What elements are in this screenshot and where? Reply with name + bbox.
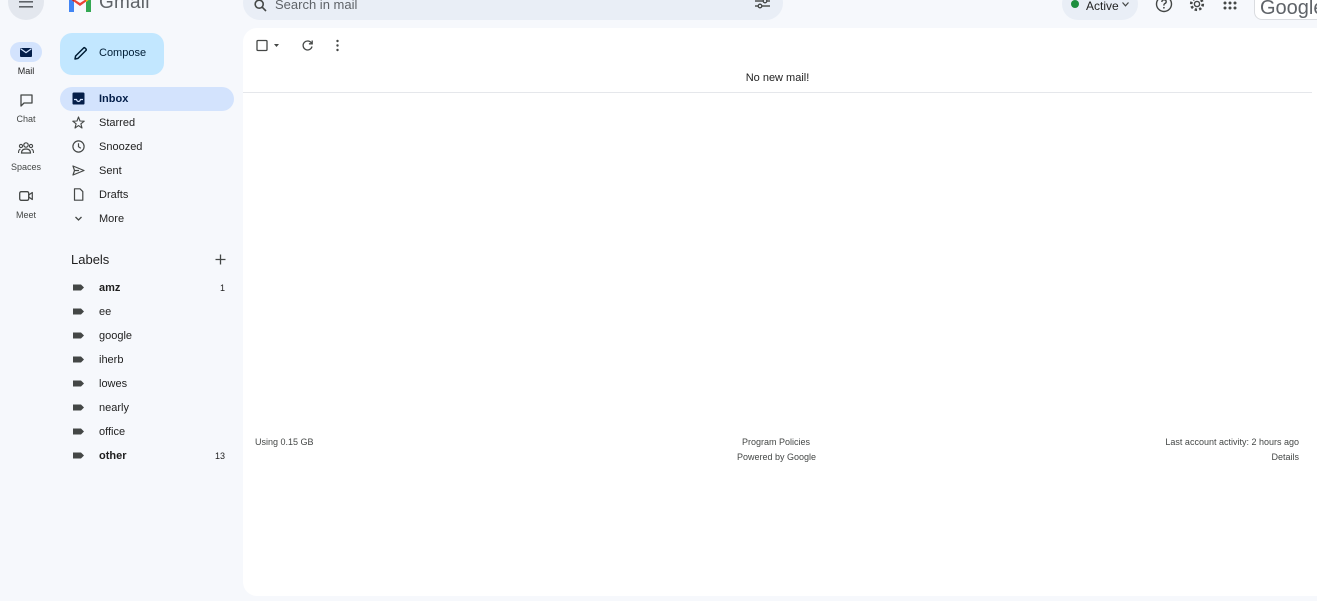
search-input[interactable]: Search in mail <box>275 0 357 12</box>
label-item-ee[interactable]: ee <box>60 300 234 324</box>
star-icon <box>72 116 85 129</box>
help-icon[interactable] <box>1155 0 1173 13</box>
storage-usage[interactable]: Using 0.15 GB <box>255 437 314 448</box>
label-name: amz <box>99 282 121 294</box>
search-icon[interactable] <box>254 0 267 12</box>
inbox-icon <box>72 92 85 105</box>
meet-icon <box>19 191 33 201</box>
label-tag-icon <box>73 308 84 315</box>
label-name: ee <box>99 306 112 318</box>
last-activity-text: Last account activity: 2 hours ago <box>1165 437 1299 447</box>
label-tag-icon <box>73 404 84 411</box>
nav-label: More <box>99 213 125 225</box>
empty-inbox-message: No new mail! <box>745 72 810 84</box>
nav-item-more[interactable]: More <box>60 207 234 231</box>
rail-item-spaces[interactable]: Spaces <box>0 138 52 173</box>
chevron-down-icon <box>75 216 82 221</box>
top-bar: Gmail Search in mail Active Googl <box>0 0 1317 26</box>
status-label: Active <box>1086 0 1119 13</box>
nav-item-sent[interactable]: Sent <box>60 159 234 183</box>
rail-pill <box>10 42 42 62</box>
search-bar[interactable]: Search in mail <box>243 0 783 20</box>
label-tag-icon <box>73 452 84 459</box>
label-name: google <box>99 330 133 342</box>
compose-button[interactable]: Compose <box>60 33 164 75</box>
nav-item-inbox[interactable]: Inbox <box>60 87 234 111</box>
label-tag-icon <box>73 356 84 363</box>
powered-by-text: Powered by Google <box>737 452 817 462</box>
rail-label: Chat <box>16 114 36 124</box>
label-name: office <box>99 426 126 438</box>
logo-text: Gmail <box>99 0 150 13</box>
label-item-other[interactable]: other 13 <box>60 444 234 468</box>
apps-grid-icon[interactable] <box>1222 0 1238 11</box>
label-tag-icon <box>73 380 84 387</box>
label-name: lowes <box>99 378 128 390</box>
account-logo-text: Google <box>1260 0 1317 19</box>
label-tag-icon <box>73 284 84 291</box>
select-all-checkbox[interactable] <box>256 39 280 52</box>
rail-pill <box>10 186 42 206</box>
nav-item-snoozed[interactable]: Snoozed <box>60 135 234 159</box>
checkbox-icon <box>256 39 279 52</box>
rail-item-mail[interactable]: Mail <box>0 42 52 77</box>
mail-icon <box>20 47 32 57</box>
status-selector[interactable]: Active <box>1062 0 1138 20</box>
settings-icon[interactable] <box>1188 0 1206 13</box>
rail-label: Meet <box>15 210 36 220</box>
divider <box>243 92 1312 93</box>
label-item-office[interactable]: office <box>60 420 234 444</box>
send-icon <box>72 165 85 176</box>
nav-label: Snoozed <box>99 141 143 153</box>
rail-pill <box>10 138 42 158</box>
nav-label: Starred <box>99 117 136 129</box>
label-tag-icon <box>73 428 84 435</box>
account-button[interactable]: Google <box>1254 0 1317 20</box>
rail-label: Spaces <box>10 162 42 172</box>
label-item-nearly[interactable]: nearly <box>60 396 234 420</box>
refresh-icon[interactable] <box>301 39 314 52</box>
nav-label: Drafts <box>99 189 129 201</box>
nav-item-starred[interactable]: Starred <box>60 111 234 135</box>
rail-item-meet[interactable]: Meet <box>0 186 52 221</box>
hamburger-icon <box>19 1 33 8</box>
more-vert-icon[interactable] <box>331 39 344 52</box>
nav-label: Sent <box>99 165 122 177</box>
gmail-logo[interactable]: Gmail <box>68 0 150 14</box>
program-policies-link[interactable]: Program Policies <box>742 437 810 448</box>
label-item-iherb[interactable]: iherb <box>60 348 234 372</box>
search-options-icon[interactable] <box>755 0 770 11</box>
rail-item-chat[interactable]: Chat <box>0 90 52 125</box>
label-count: 1 <box>219 283 225 293</box>
chevron-down-icon <box>1122 2 1129 7</box>
gmail-m-icon <box>69 0 91 12</box>
label-item-lowes[interactable]: lowes <box>60 372 234 396</box>
label-item-amz[interactable]: amz 1 <box>60 276 234 300</box>
nav-item-drafts[interactable]: Drafts <box>60 183 234 207</box>
nav-label: Inbox <box>99 93 129 105</box>
labels-heading: Labels <box>71 252 110 267</box>
compose-label: Compose <box>99 47 147 59</box>
clock-icon <box>72 140 85 153</box>
main-menu-button[interactable] <box>8 0 44 20</box>
chat-icon <box>19 93 33 107</box>
label-name: nearly <box>99 402 129 414</box>
rail-pill <box>10 90 42 110</box>
label-name: other <box>99 450 127 462</box>
spaces-icon <box>18 142 34 154</box>
rail-label: Mail <box>17 66 35 76</box>
label-tag-icon <box>73 332 84 339</box>
draft-icon <box>73 188 84 201</box>
label-item-google[interactable]: google <box>60 324 234 348</box>
label-name: iherb <box>99 354 124 366</box>
mail-list-panel: No new mail! Using 0.15 GB Program Polic… <box>243 28 1317 596</box>
details-link[interactable]: Details <box>1271 452 1299 463</box>
add-label-icon[interactable] <box>214 253 227 266</box>
status-dot-icon <box>1071 0 1079 8</box>
label-count: 13 <box>214 451 225 461</box>
pencil-icon <box>74 46 88 60</box>
